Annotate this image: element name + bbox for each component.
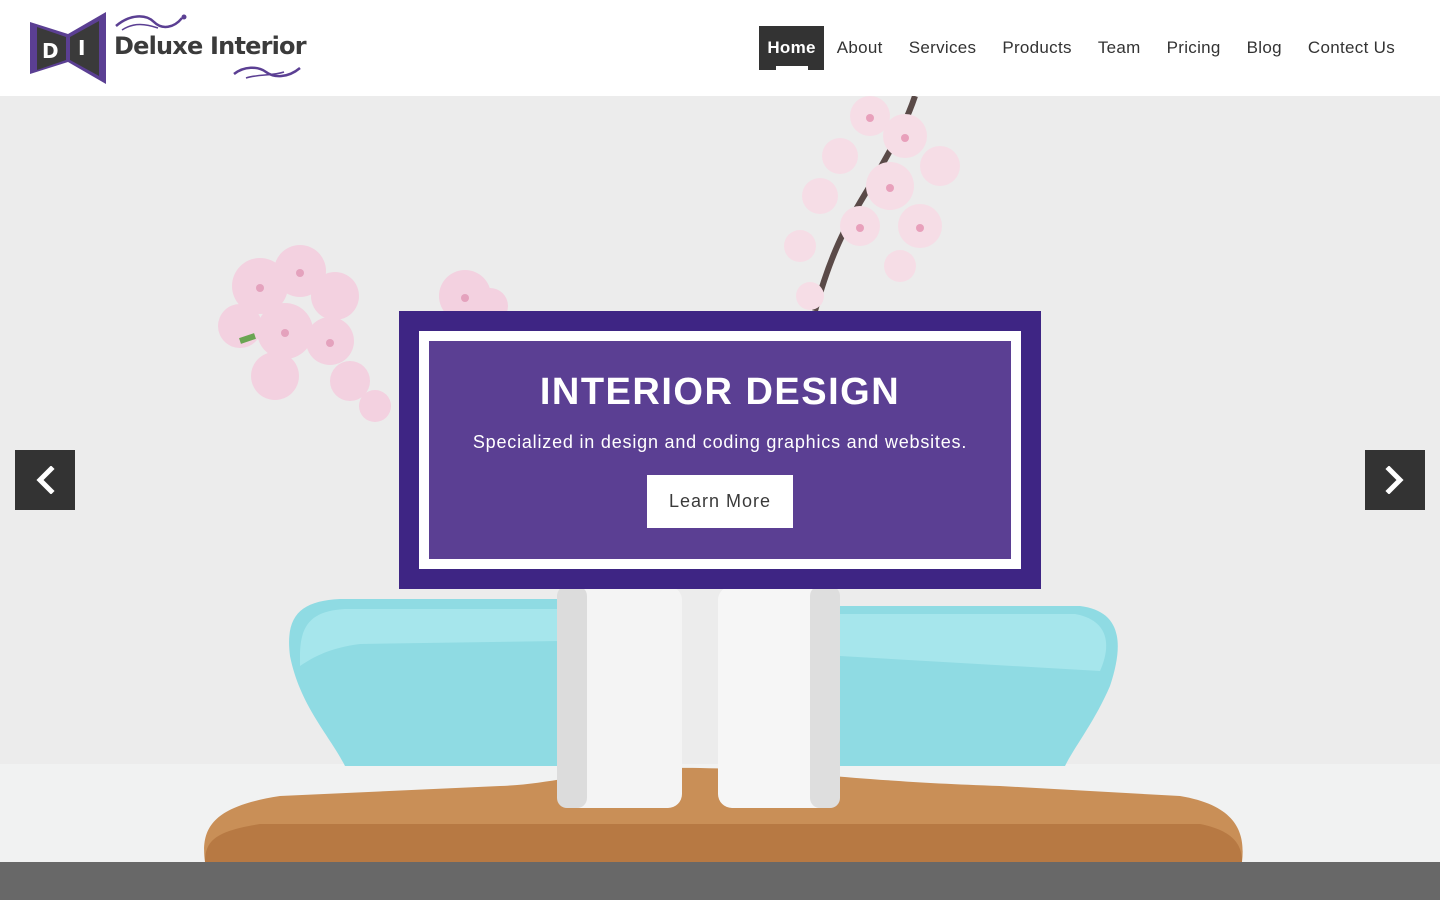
svg-text:I: I bbox=[78, 36, 85, 60]
site-header: D I Deluxe Interior Home About Services … bbox=[0, 0, 1440, 96]
main-nav: Home About Services Products Team Pricin… bbox=[759, 26, 1408, 70]
nav-products[interactable]: Products bbox=[989, 26, 1085, 70]
bottom-bar bbox=[0, 862, 1440, 900]
chevron-left-icon bbox=[36, 466, 55, 494]
chevron-right-icon bbox=[1385, 466, 1404, 494]
nav-blog[interactable]: Blog bbox=[1234, 26, 1295, 70]
slider-prev-button[interactable] bbox=[15, 450, 75, 510]
hero-subtitle: Specialized in design and coding graphic… bbox=[472, 432, 968, 452]
logo-swirl-bottom-icon bbox=[233, 66, 301, 79]
nav-team[interactable]: Team bbox=[1085, 26, 1154, 70]
hero-caption-inner: INTERIOR DESIGN Specialized in design an… bbox=[419, 331, 1021, 569]
nav-about[interactable]: About bbox=[824, 26, 896, 70]
nav-services[interactable]: Services bbox=[896, 26, 990, 70]
nav-contact[interactable]: Contect Us bbox=[1295, 26, 1408, 70]
hero-title: INTERIOR DESIGN bbox=[539, 371, 901, 413]
hero-caption-box: INTERIOR DESIGN Specialized in design an… bbox=[399, 311, 1041, 589]
brand-logo[interactable]: D I Deluxe Interior bbox=[30, 12, 312, 84]
slider-next-button[interactable] bbox=[1365, 450, 1425, 510]
nav-home[interactable]: Home bbox=[759, 26, 824, 70]
svg-text:D: D bbox=[42, 39, 59, 63]
hero-slider: INTERIOR DESIGN Specialized in design an… bbox=[0, 96, 1440, 862]
logo-mark-icon: D I bbox=[30, 12, 106, 84]
logo-swirl-top-icon bbox=[115, 14, 187, 31]
nav-pricing[interactable]: Pricing bbox=[1154, 26, 1234, 70]
brand-name: Deluxe Interior bbox=[114, 32, 307, 60]
learn-more-button[interactable]: Learn More bbox=[647, 475, 793, 528]
